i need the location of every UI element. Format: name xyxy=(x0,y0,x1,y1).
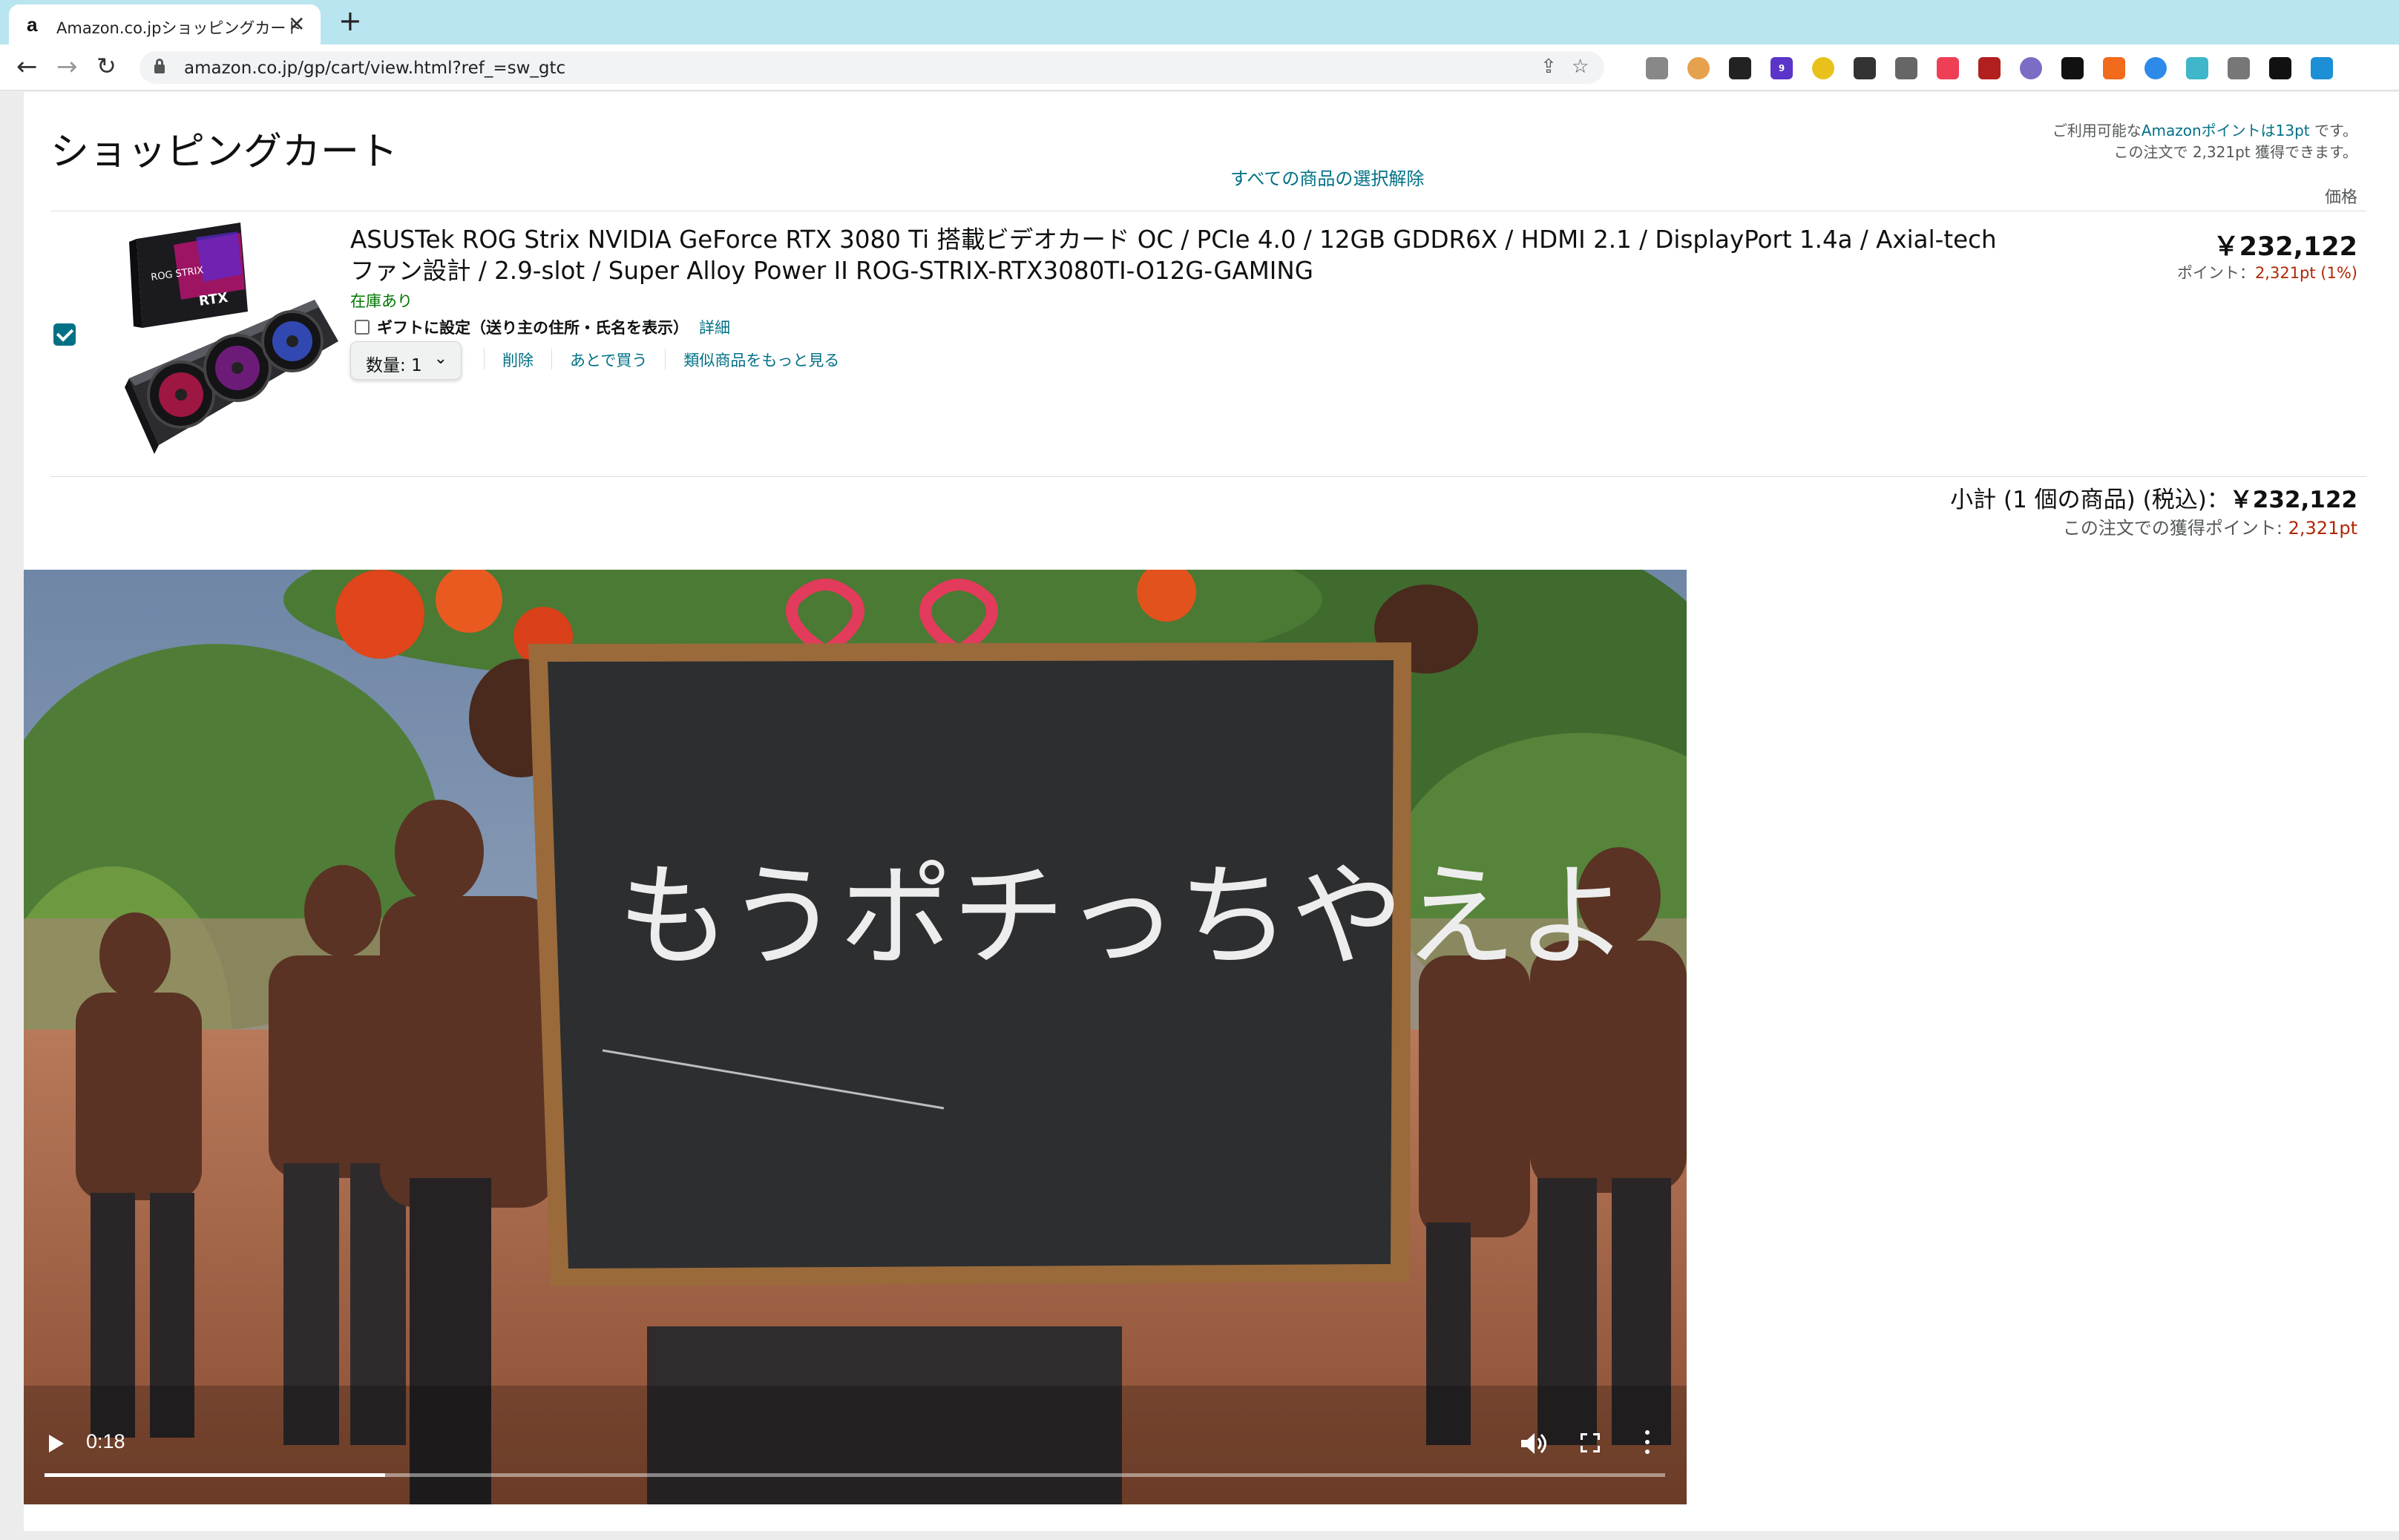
tab-title: Amazon.co.jpショッピングカート xyxy=(56,19,302,37)
video-progress-fill xyxy=(45,1473,385,1477)
product-title-link[interactable]: ASUSTek ROG Strix NVIDIA GeForce RTX 308… xyxy=(350,224,2027,286)
extension-1-icon[interactable] xyxy=(1646,57,1668,79)
points-note: ご利用可能なAmazonポイントは13pt です。 この注文で 2,321pt … xyxy=(2052,120,2357,163)
pocket-icon[interactable] xyxy=(1937,57,1959,79)
product-image[interactable]: ROG STRIX RTX xyxy=(107,223,349,460)
points-note-prefix: ご利用可能な xyxy=(2052,122,2142,139)
extension-15-icon[interactable] xyxy=(2228,57,2250,79)
extension-5-icon[interactable] xyxy=(1812,57,1834,79)
page-title: ショッピングカート xyxy=(50,130,398,174)
bookmark-star-icon[interactable]: ☆ xyxy=(1572,56,1589,78)
video-progress-bar[interactable] xyxy=(45,1473,1665,1477)
subtotal: 小計 (1 個の商品) (税込)：￥232,122 xyxy=(1950,481,2357,514)
extension-17-icon[interactable] xyxy=(2311,57,2333,79)
volume-icon[interactable] xyxy=(1518,1429,1548,1458)
quantity-value: 1 xyxy=(411,356,422,375)
extension-3-icon[interactable] xyxy=(1729,57,1751,79)
gift-option: ギフトに設定（送り主の住所・氏名を表示） 詳細 xyxy=(377,316,730,338)
extension-13-icon[interactable] xyxy=(2144,57,2167,79)
lock-icon xyxy=(154,59,165,73)
video-time: 0:18 xyxy=(86,1430,125,1452)
gift-checkbox[interactable] xyxy=(355,320,370,335)
browser-tab[interactable]: a Amazon.co.jpショッピングカート ✕ xyxy=(9,4,321,45)
back-arrow-icon[interactable]: ← xyxy=(16,52,38,82)
extension-6-icon[interactable] xyxy=(1854,57,1876,79)
video-frame: もうポチっちやえよ xyxy=(24,570,1687,1504)
subtotal-points: この注文での獲得ポイント: 2,321pt xyxy=(2063,513,2357,539)
extension-7-icon[interactable] xyxy=(1895,57,1917,79)
extension-2-icon[interactable] xyxy=(1687,57,1710,79)
chalkboard-text: もうポチっちやえよ xyxy=(617,851,1629,982)
cart-page: ショッピングカート すべての商品の選択解除 ご利用可能なAmazonポイントは1… xyxy=(24,92,2399,1531)
stock-status: 在庫あり xyxy=(350,292,413,310)
extension-14-icon[interactable] xyxy=(2186,57,2208,79)
gift-detail-link[interactable]: 詳細 xyxy=(699,319,730,337)
delete-link[interactable]: 削除 xyxy=(502,349,534,371)
extension-10-icon[interactable] xyxy=(2020,57,2042,79)
subtotal-points-label: この注文での獲得ポイント: xyxy=(2062,518,2288,539)
share-icon[interactable]: ⇪ xyxy=(1540,56,1557,78)
tab-strip: a Amazon.co.jpショッピングカート ✕ + xyxy=(0,0,2399,45)
divider xyxy=(50,476,2366,477)
item-points: ポイント：2,321pt (1%) xyxy=(2177,261,2357,283)
price-column-header: 価格 xyxy=(2324,188,2357,207)
item-points-value: 2,321pt (1%) xyxy=(2254,264,2357,282)
action-separator xyxy=(665,349,666,369)
video-player[interactable]: もうポチっちやえよ 0:18 xyxy=(24,570,1687,1504)
extension-11-icon[interactable] xyxy=(2061,57,2084,79)
extensions-bar: 9 xyxy=(1646,56,2333,81)
item-actions: 削除 あとで買う 類似商品をもっと見る xyxy=(484,349,839,371)
extension-9-icon[interactable] xyxy=(1978,57,2001,79)
play-icon[interactable] xyxy=(49,1435,64,1452)
close-tab-icon[interactable]: ✕ xyxy=(288,12,305,36)
quantity-label: 数量: xyxy=(366,356,406,375)
points-note-earn: この注文で 2,321pt 獲得できます。 xyxy=(2113,143,2357,161)
more-options-icon[interactable] xyxy=(1644,1430,1650,1455)
fullscreen-icon[interactable] xyxy=(1581,1433,1600,1452)
gift-label: ギフトに設定（送り主の住所・氏名を表示） xyxy=(377,319,689,337)
see-similar-link[interactable]: 類似商品をもっと見る xyxy=(683,349,839,371)
points-note-suffix: です。 xyxy=(2309,122,2357,139)
reload-icon[interactable]: ↻ xyxy=(96,52,116,80)
address-bar[interactable]: amazon.co.jp/gp/cart/view.html?ref_=sw_g… xyxy=(140,51,1604,84)
item-select-checkbox[interactable] xyxy=(53,323,76,346)
amazon-favicon-icon: a xyxy=(27,13,38,36)
quantity-dropdown[interactable]: 数量: 1 ⌄ xyxy=(350,341,462,380)
forward-arrow-icon[interactable]: → xyxy=(56,52,78,82)
new-tab-button[interactable]: + xyxy=(338,4,362,37)
extension-badge: 9 xyxy=(1778,63,1785,73)
browser-toolbar: ← → ↻ amazon.co.jp/gp/cart/view.html?ref… xyxy=(0,45,2399,91)
subtotal-value: ￥232,122 xyxy=(2229,487,2357,513)
extension-16-icon[interactable] xyxy=(2269,57,2291,79)
url-text[interactable]: amazon.co.jp/gp/cart/view.html?ref_=sw_g… xyxy=(184,59,565,78)
chevron-down-icon: ⌄ xyxy=(433,349,447,368)
amazon-points-link[interactable]: Amazonポイントは13pt xyxy=(2142,122,2310,139)
extension-4-icon[interactable]: 9 xyxy=(1770,57,1793,79)
save-for-later-link[interactable]: あとで買う xyxy=(570,349,647,371)
item-points-label: ポイント： xyxy=(2176,264,2255,282)
deselect-all-link[interactable]: すべての商品の選択解除 xyxy=(1230,164,1424,190)
subtotal-label: 小計 (1 個の商品) (税込)： xyxy=(1950,487,2230,513)
subtotal-points-value: 2,321pt xyxy=(2288,518,2357,539)
product-box: ROG STRIX RTX xyxy=(129,223,248,328)
item-price: ￥232,122 xyxy=(2213,232,2357,262)
extension-12-icon[interactable] xyxy=(2103,57,2125,79)
action-separator xyxy=(484,349,485,369)
action-separator xyxy=(551,349,552,369)
